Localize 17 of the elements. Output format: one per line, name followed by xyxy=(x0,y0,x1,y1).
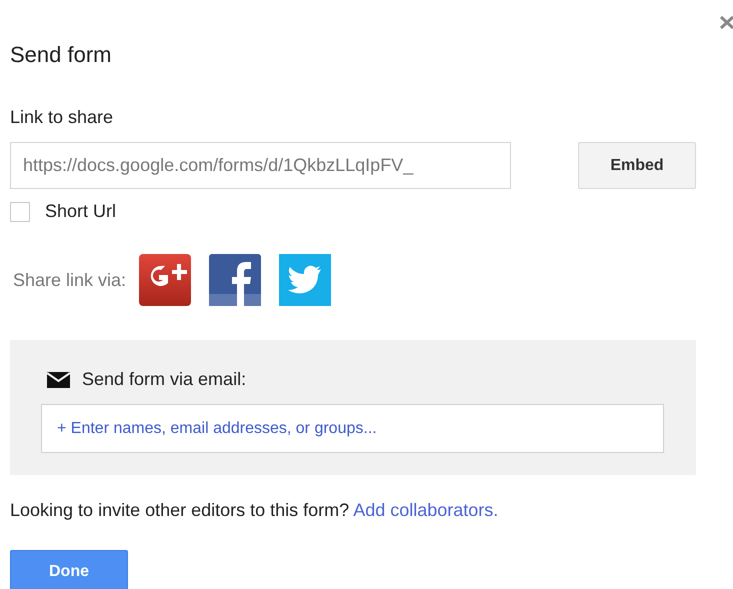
email-label: Send form via email: xyxy=(82,369,246,390)
done-button[interactable]: Done xyxy=(10,550,128,589)
facebook-icon[interactable] xyxy=(209,254,262,306)
twitter-icon[interactable] xyxy=(279,254,332,306)
google-plus-icon[interactable] xyxy=(139,254,192,306)
link-field[interactable]: https://docs.google.com/forms/d/1QkbzLLqIpFV_ xyxy=(10,142,511,189)
short-url-checkbox[interactable] xyxy=(10,202,30,222)
dialog-title: Send form xyxy=(10,41,112,69)
email-field[interactable]: + Enter names, email addresses, or groups... xyxy=(41,404,664,453)
share-label: Share link via: xyxy=(13,270,126,290)
embed-button[interactable]: Embed xyxy=(578,142,696,189)
add-collaborators-link[interactable]: Add collaborators. xyxy=(353,500,498,520)
close-icon[interactable] xyxy=(719,14,733,30)
invite-text: Looking to invite other editors to this form? Add collaborators. xyxy=(10,499,500,521)
link-label: Link to share xyxy=(10,106,114,128)
envelope-icon xyxy=(46,370,71,390)
short-url-label: Short Url xyxy=(45,201,116,222)
